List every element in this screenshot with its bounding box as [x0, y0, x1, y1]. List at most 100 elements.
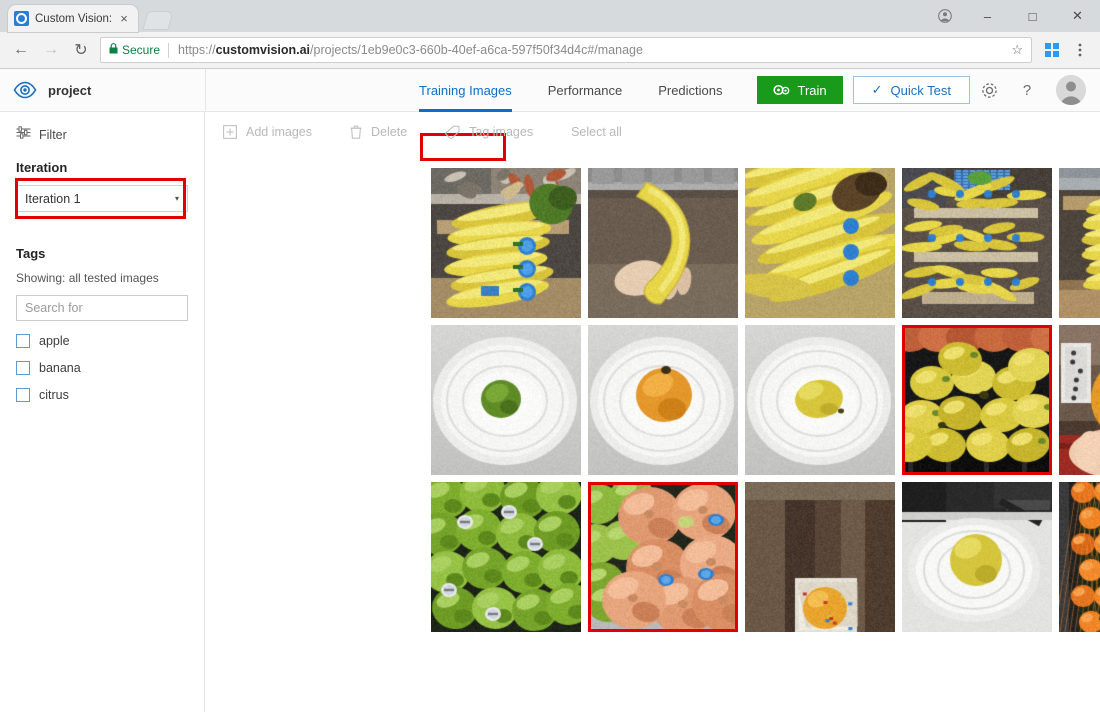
custom-vision-favicon-icon — [14, 11, 29, 26]
select-all-label: Select all — [571, 125, 622, 139]
tag-icon — [445, 125, 460, 139]
project-name: project — [48, 82, 92, 98]
browser-toolbar: ← → ↻ Secure https://customvision.ai/pro… — [0, 32, 1100, 69]
tag-checkbox-apple[interactable] — [16, 334, 30, 348]
tab-predictions[interactable]: Predictions — [640, 69, 740, 112]
train-button[interactable]: Train — [756, 76, 843, 104]
tag-label-citrus: citrus — [39, 388, 69, 402]
windows-extension-icon[interactable] — [1038, 36, 1066, 64]
trash-icon — [350, 125, 362, 139]
image-tile[interactable] — [431, 168, 581, 318]
tag-label-banana: banana — [39, 361, 81, 375]
add-image-icon — [223, 125, 237, 139]
delete-label: Delete — [371, 125, 408, 139]
delete-button[interactable]: Delete — [350, 125, 407, 139]
chevron-down-icon: ▾ — [174, 194, 179, 203]
tab-performance-label: Performance — [547, 82, 623, 98]
image-tile[interactable] — [745, 168, 895, 318]
forward-icon[interactable]: → — [36, 36, 66, 64]
iteration-select[interactable]: Iteration 1 ▾ — [16, 185, 188, 212]
image-tile[interactable] — [902, 482, 1052, 632]
gears-icon — [772, 84, 790, 97]
image-grid — [205, 168, 1100, 632]
image-tile[interactable] — [588, 325, 738, 475]
browser-menu-icon[interactable] — [1066, 36, 1094, 64]
tab-performance[interactable]: Performance — [530, 69, 640, 112]
header-divider — [205, 68, 206, 112]
reload-icon[interactable]: ↻ — [66, 36, 96, 64]
showing-text: Showing: all tested images — [16, 271, 159, 285]
secure-label: Secure — [122, 43, 161, 57]
train-button-label: Train — [797, 82, 827, 98]
window-maximize-button[interactable]: □ — [1010, 0, 1055, 32]
image-tile[interactable] — [431, 482, 581, 632]
image-tile[interactable] — [588, 168, 738, 318]
tab-training-images-label: Training Images — [419, 82, 512, 98]
new-tab-button[interactable] — [142, 10, 172, 30]
address-bar[interactable]: Secure https://customvision.ai/projects/… — [100, 37, 1032, 63]
url-domain: customvision.ai — [215, 43, 311, 57]
back-icon[interactable]: ← — [6, 36, 36, 64]
eye-icon — [12, 77, 38, 103]
iteration-select-value: Iteration 1 — [25, 191, 81, 206]
add-images-label: Add images — [246, 125, 313, 139]
browser-titlebar: Custom Vision: project - × – □ ✕ — [0, 0, 1100, 32]
image-tile-selected[interactable] — [902, 325, 1052, 475]
window-close-button[interactable]: ✕ — [1055, 0, 1100, 32]
iteration-heading: Iteration — [16, 160, 68, 175]
avatar[interactable] — [1056, 75, 1086, 105]
url-divider — [168, 42, 170, 58]
app-body: Filter Iteration Iteration 1 ▾ Tags Show… — [0, 112, 1100, 712]
app-brand[interactable]: project — [0, 77, 205, 103]
image-tile[interactable] — [1059, 168, 1100, 318]
check-icon: ✓ — [871, 82, 883, 97]
image-tile[interactable] — [902, 168, 1052, 318]
image-tile-selected[interactable] — [588, 482, 738, 632]
tab-close-icon[interactable]: × — [116, 11, 132, 26]
tag-images-label: Tag images — [469, 125, 534, 139]
quick-test-button[interactable]: ✓ Quick Test — [852, 76, 970, 104]
image-tile[interactable] — [745, 482, 895, 632]
url-prefix: https:// — [178, 43, 216, 57]
filter-icon — [16, 126, 31, 144]
tab-predictions-label: Predictions — [658, 82, 723, 98]
filter-label: Filter — [39, 128, 67, 142]
tag-checkbox-citrus[interactable] — [16, 388, 30, 402]
tab-strip: Custom Vision: project - × — [0, 5, 925, 32]
sidebar: Filter Iteration Iteration 1 ▾ Tags Show… — [0, 112, 205, 712]
app-header: project Training Images Performance Pred… — [0, 68, 1100, 161]
image-tile[interactable] — [431, 325, 581, 475]
browser-tab[interactable]: Custom Vision: project - × — [8, 5, 138, 32]
bookmark-star-icon[interactable]: ☆ — [1003, 42, 1023, 58]
image-tile[interactable] — [1059, 325, 1100, 475]
tag-images-button[interactable]: Tag images — [445, 125, 533, 139]
help-question-icon[interactable]: ? — [1008, 69, 1046, 112]
tag-search-input[interactable] — [16, 295, 188, 321]
app-nav: Training Images Performance Predictions … — [401, 69, 1100, 112]
image-tile[interactable] — [745, 325, 895, 475]
window-minimize-button[interactable]: – — [965, 0, 1010, 32]
browser-tab-title: Custom Vision: project - — [35, 12, 116, 25]
gear-icon[interactable] — [970, 69, 1008, 112]
iteration-select-wrap: Iteration 1 ▾ — [15, 178, 188, 219]
main-content: Add images Delete Tag images Select all — [205, 112, 1100, 712]
tag-label-apple: apple — [39, 334, 70, 348]
window-controls: – □ ✕ — [925, 0, 1100, 32]
image-tile[interactable] — [1059, 482, 1100, 632]
tab-training-images[interactable]: Training Images — [401, 69, 530, 112]
images-toolbar: Add images Delete Tag images Select all — [205, 114, 1100, 150]
lock-icon — [109, 43, 118, 57]
tag-item-apple[interactable]: apple — [16, 334, 188, 348]
add-images-button[interactable]: Add images — [223, 125, 312, 139]
quick-test-button-label: Quick Test — [890, 82, 951, 98]
tag-checkbox-banana[interactable] — [16, 361, 30, 375]
image-grid-scroll-area[interactable]: ▲ ▼ — [205, 150, 1100, 712]
tag-item-banana[interactable]: banana — [16, 361, 188, 375]
select-all-button[interactable]: Select all — [571, 125, 622, 139]
url-path: /projects/1eb9e0c3-660b-40ef-a6ca-597f50… — [310, 43, 643, 57]
browser-profile-icon[interactable] — [925, 0, 965, 32]
tag-item-citrus[interactable]: citrus — [16, 388, 188, 402]
tags-heading: Tags — [16, 246, 46, 261]
filter-row[interactable]: Filter — [16, 126, 188, 144]
